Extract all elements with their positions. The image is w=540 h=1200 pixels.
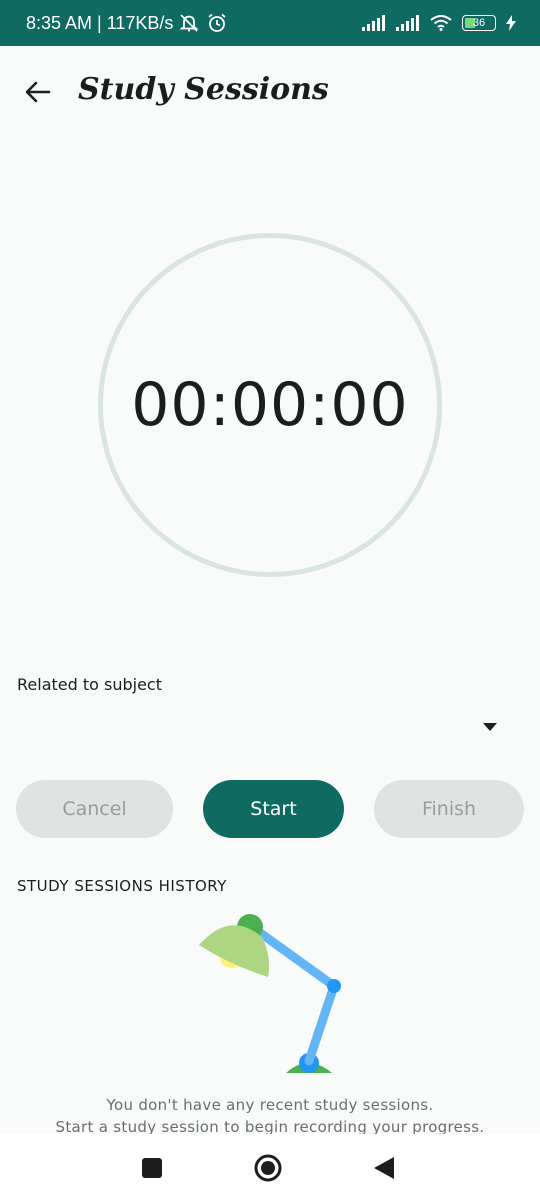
history-header: STUDY SESSIONS HISTORY (17, 877, 227, 895)
caret-down-icon (483, 723, 497, 731)
desk-lamp-icon (199, 914, 341, 1073)
system-nav-bar (0, 1134, 540, 1200)
signal-icon-2 (396, 15, 419, 31)
triangle-back-icon (374, 1157, 394, 1179)
top-app-bar: Study Sessions (0, 66, 540, 118)
home-button[interactable] (254, 1154, 282, 1182)
circle-icon (254, 1154, 282, 1182)
back-nav-button[interactable] (370, 1154, 398, 1182)
arrow-left-icon (25, 81, 51, 103)
square-icon (142, 1158, 162, 1178)
subject-dropdown[interactable] (17, 708, 523, 748)
subject-label: Related to subject (17, 675, 162, 694)
timer-display: 00:00:00 (131, 370, 409, 440)
start-button[interactable]: Start (203, 780, 344, 838)
page-title: Study Sessions (78, 72, 329, 107)
battery-icon: 36 (462, 15, 496, 31)
cancel-button[interactable]: Cancel (16, 780, 173, 838)
status-bar: 8:35 AM | 117KB/s 36 (0, 0, 540, 46)
signal-icon (362, 15, 385, 31)
mute-icon (179, 14, 200, 32)
timer-ring: 00:00:00 (98, 233, 442, 577)
status-left: 8:35 AM | 117KB/s (26, 13, 227, 34)
status-right: 36 (362, 15, 516, 31)
wifi-icon (430, 15, 452, 31)
finish-button[interactable]: Finish (374, 780, 524, 838)
empty-history-line1: You don't have any recent study sessions… (106, 1096, 434, 1114)
recents-button[interactable] (138, 1154, 166, 1182)
battery-level: 36 (472, 17, 486, 29)
alarm-icon (208, 13, 227, 32)
charging-icon (506, 15, 516, 31)
empty-history-message: You don't have any recent study sessions… (0, 1094, 540, 1138)
back-button[interactable] (22, 76, 54, 108)
status-time-speed: 8:35 AM | 117KB/s (26, 12, 174, 33)
